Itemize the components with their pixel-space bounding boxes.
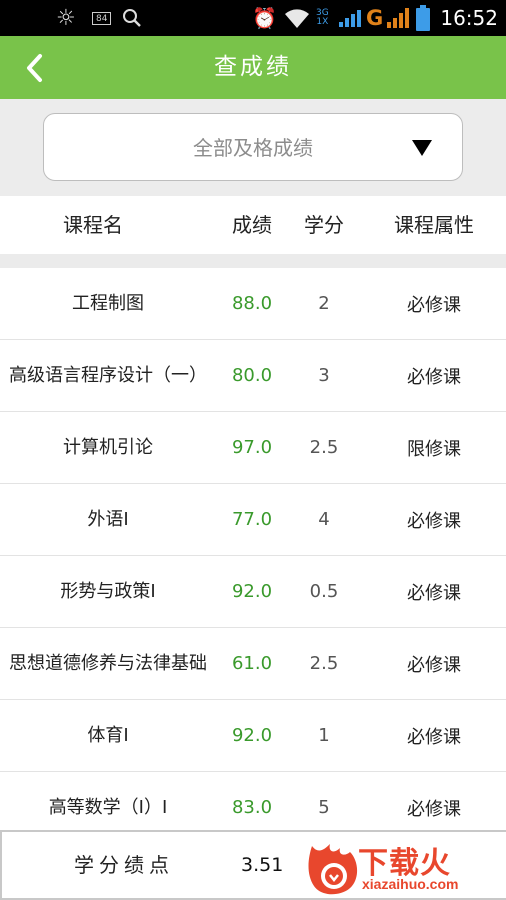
course-type: 必修课 xyxy=(407,654,461,676)
course-name: 高级语言程序设计（一） xyxy=(9,364,207,386)
triangle-down-icon xyxy=(412,140,432,156)
notification-box-icon: 84 xyxy=(92,0,112,36)
course-name: 工程制图 xyxy=(72,292,144,314)
table-row[interactable]: 计算机引论 97.0 2.5 限修课 xyxy=(0,412,506,484)
column-header-course: 课程名 xyxy=(63,213,123,237)
course-type: 必修课 xyxy=(407,798,461,820)
course-type: 必修课 xyxy=(407,726,461,748)
course-score: 92.0 xyxy=(231,581,273,602)
column-header-type: 课程属性 xyxy=(394,213,474,237)
network-1x-label: 1X xyxy=(316,17,329,27)
watermark-url: xiazaihuo.com xyxy=(362,876,459,892)
table-row[interactable]: 思想道德修养与法律基础 61.0 2.5 必修课 xyxy=(0,628,506,700)
course-name: 高等数学（Ⅰ）Ⅰ xyxy=(48,796,168,818)
course-score: 61.0 xyxy=(231,653,273,674)
course-credit: 5 xyxy=(318,797,330,818)
table-row[interactable]: 工程制图 88.0 2 必修课 xyxy=(0,268,506,340)
course-type: 必修课 xyxy=(407,582,461,604)
search-icon xyxy=(122,0,142,36)
course-credit: 3 xyxy=(318,365,330,386)
title-bar: 查成绩 xyxy=(0,36,506,99)
course-score: 88.0 xyxy=(231,293,273,314)
table-header: 课程名 成绩 学分 课程属性 xyxy=(0,196,506,254)
course-type: 必修课 xyxy=(407,510,461,532)
column-header-credit: 学分 xyxy=(304,213,344,237)
signal-bars-icon xyxy=(339,0,363,36)
brightness-icon: ☼ xyxy=(56,5,76,31)
course-score: 80.0 xyxy=(231,365,273,386)
status-time: 16:52 xyxy=(440,6,498,30)
table-row[interactable]: 高级语言程序设计（一） 80.0 3 必修课 xyxy=(0,340,506,412)
filter-area: 全部及格成绩 xyxy=(0,99,506,196)
grade-filter-dropdown[interactable]: 全部及格成绩 xyxy=(43,113,463,181)
wifi-icon xyxy=(283,0,311,36)
course-type: 限修课 xyxy=(407,438,461,460)
course-name: 计算机引论 xyxy=(63,436,153,458)
course-credit: 0.5 xyxy=(309,581,339,602)
course-score: 97.0 xyxy=(231,437,273,458)
signal-bars-orange-icon xyxy=(387,0,411,36)
course-name: 体育Ⅰ xyxy=(87,724,129,746)
network-g-label: G xyxy=(366,6,384,30)
course-score: 77.0 xyxy=(231,509,273,530)
course-name: 思想道德修养与法律基础 xyxy=(9,652,207,674)
course-type: 必修课 xyxy=(407,294,461,316)
gpa-label: 学分绩点 xyxy=(74,853,174,877)
alarm-icon: ⏰ xyxy=(252,6,277,30)
battery-icon xyxy=(416,0,430,36)
course-credit: 4 xyxy=(318,509,330,530)
course-type: 必修课 xyxy=(407,366,461,388)
gpa-value: 3.51 xyxy=(241,854,284,876)
course-credit: 2.5 xyxy=(309,437,339,458)
course-credit: 2 xyxy=(318,293,330,314)
watermark-logo: 下载火 xiazaihuo.com xyxy=(298,838,506,900)
table-row[interactable]: 体育Ⅰ 92.0 1 必修课 xyxy=(0,700,506,772)
header-divider xyxy=(0,254,506,268)
table-row[interactable]: 高等数学（Ⅰ）Ⅰ 83.0 5 必修课 xyxy=(0,772,506,830)
flame-logo-icon xyxy=(308,844,358,895)
table-row[interactable]: 外语Ⅰ 77.0 4 必修课 xyxy=(0,484,506,556)
course-name: 形势与政策Ⅰ xyxy=(60,580,156,602)
status-bar: ☼ 84 ⏰ 3G 1X G 16:52 xyxy=(0,0,506,36)
signal-3g-icon: 3G 1X xyxy=(316,0,329,36)
column-header-score: 成绩 xyxy=(232,213,272,237)
course-score: 83.0 xyxy=(231,797,273,818)
page-title: 查成绩 xyxy=(214,54,292,80)
table-row[interactable]: 形势与政策Ⅰ 92.0 0.5 必修课 xyxy=(0,556,506,628)
course-credit: 2.5 xyxy=(309,653,339,674)
notification-box-count: 84 xyxy=(92,11,112,25)
grade-list[interactable]: 工程制图 88.0 2 必修课 高级语言程序设计（一） 80.0 3 必修课 计… xyxy=(0,268,506,830)
course-name: 外语Ⅰ xyxy=(87,508,129,530)
course-score: 92.0 xyxy=(231,725,273,746)
course-credit: 1 xyxy=(318,725,330,746)
grade-filter-label: 全部及格成绩 xyxy=(193,136,313,160)
